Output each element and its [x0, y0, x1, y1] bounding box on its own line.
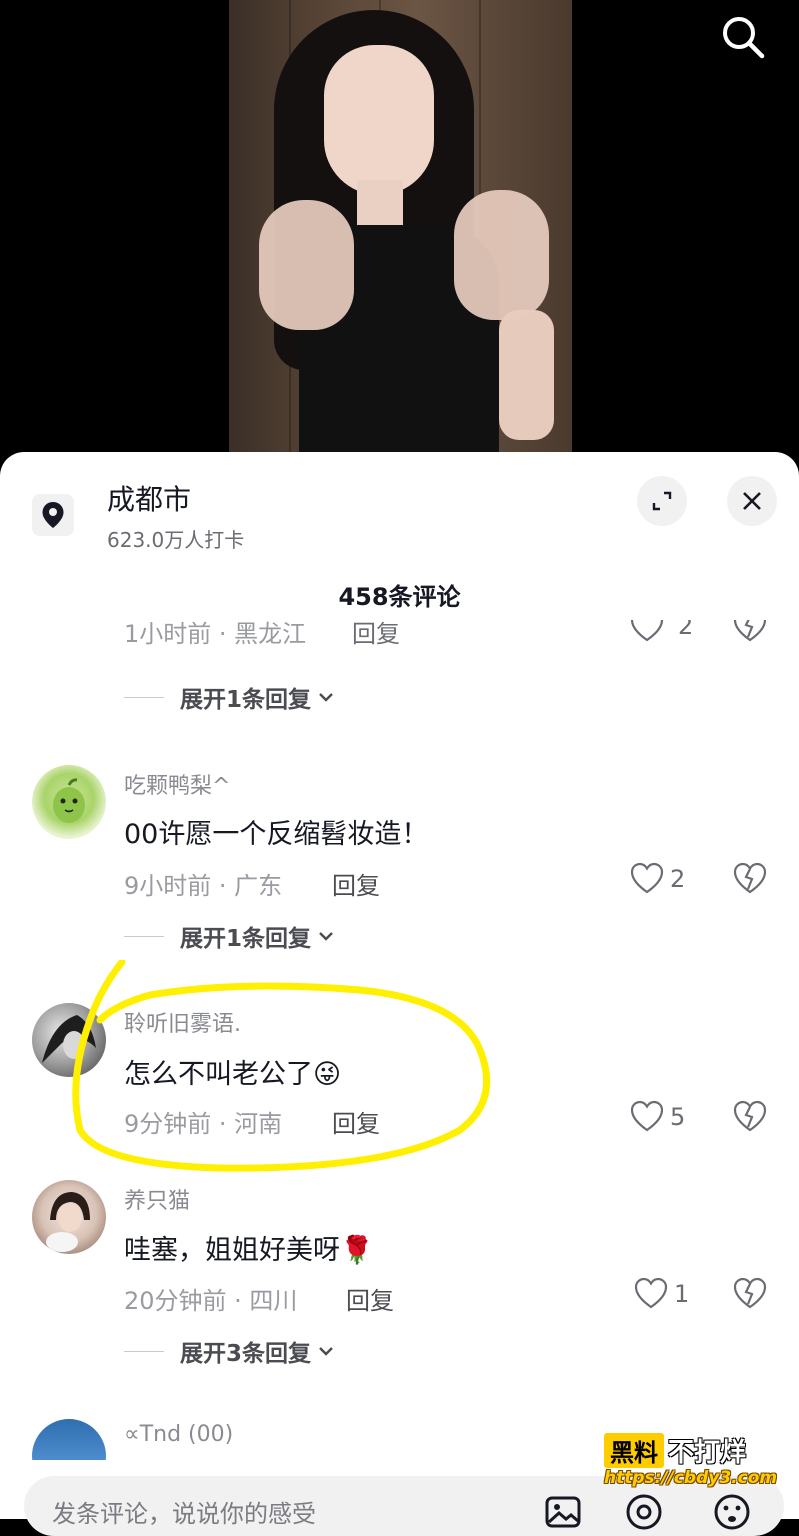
expand-replies[interactable]: 展开3条回复 — [124, 1336, 424, 1367]
watermark-logo: 黑料 不打烊 https://cbdy3.com — [604, 1432, 779, 1502]
location-checkins: 623.0万人打卡 — [107, 528, 245, 552]
comment-input-placeholder[interactable]: 发条评论，说说你的感受 — [52, 1494, 316, 1529]
person-hand-left — [259, 200, 354, 330]
like-button[interactable]: 2 — [630, 620, 693, 648]
dislike-button[interactable] — [733, 1277, 767, 1315]
comment-text: 00许愿一个反缩髫妆造！ — [124, 819, 429, 850]
chevron-down-icon — [319, 932, 333, 941]
broken-heart-icon — [733, 1277, 767, 1309]
rose-emoji: 🌹 — [340, 1235, 374, 1266]
heart-icon — [634, 1277, 668, 1309]
chevron-down-icon — [319, 1347, 333, 1356]
avatar[interactable] — [32, 1180, 106, 1254]
broken-heart-icon — [733, 620, 767, 642]
reply-button[interactable]: 回复 — [346, 1281, 394, 1316]
comment-count: 458条评论 — [338, 583, 461, 611]
watermark-url: https://cbdy3.com — [604, 1468, 778, 1488]
expand-button[interactable] — [637, 476, 687, 526]
broken-heart-icon — [733, 862, 767, 894]
video-frame — [229, 0, 572, 470]
comment-meta: 9小时前 · 广东 — [124, 872, 283, 900]
dislike-button[interactable] — [733, 620, 767, 648]
comment-text: 哇塞，姐姐好美呀🌹 — [124, 1235, 374, 1266]
partial-comment-row: 1小时前 · 黑龙江 回复 2 — [0, 620, 799, 654]
comment-username[interactable]: 聆听旧雾语. — [124, 1006, 241, 1038]
like-button[interactable]: 2 — [630, 862, 685, 896]
video-player[interactable] — [0, 0, 799, 470]
like-count: 2 — [670, 865, 686, 893]
winking-tongue-emoji: 😜 — [313, 1059, 342, 1090]
avatar[interactable] — [32, 1003, 106, 1077]
broken-heart-icon — [733, 1100, 767, 1132]
comment-list[interactable]: 1小时前 · 黑龙江 回复 2 展开1条回复 — [0, 620, 799, 1460]
dislike-button[interactable] — [733, 862, 767, 900]
like-button[interactable]: 5 — [630, 1100, 685, 1134]
expand-icon — [652, 491, 672, 511]
reply-button[interactable]: 回复 — [332, 866, 380, 901]
person-face — [324, 45, 434, 195]
reply-button[interactable]: 回复 — [352, 620, 400, 649]
dislike-button[interactable] — [733, 1100, 767, 1138]
comment-meta: 1小时前 · 黑龙江 — [124, 620, 307, 648]
comment-username[interactable]: ∝Tnd (00) — [124, 1422, 233, 1447]
avatar[interactable] — [32, 765, 106, 839]
like-count: 5 — [670, 1103, 686, 1131]
comment-username[interactable]: 吃颗鸭梨^ — [124, 768, 230, 800]
expand-replies[interactable]: 展开1条回复 — [124, 682, 424, 713]
image-icon[interactable] — [543, 1492, 583, 1532]
comment-text: 怎么不叫老公了😜 — [124, 1059, 342, 1090]
close-button[interactable] — [727, 476, 777, 526]
like-button[interactable]: 1 — [634, 1277, 689, 1311]
heart-icon — [630, 862, 664, 894]
comment-meta: 9分钟前 · 河南 — [124, 1110, 283, 1138]
comment-meta: 20分钟前 · 四川 — [124, 1287, 298, 1315]
reply-button[interactable]: 回复 — [332, 1104, 380, 1139]
chevron-down-icon — [319, 693, 333, 702]
search-icon[interactable] — [718, 12, 768, 62]
person-hand-right — [454, 190, 549, 320]
expand-replies[interactable]: 展开1条回复 — [124, 921, 424, 952]
location-pin-icon — [32, 494, 74, 536]
comment-username[interactable]: 养只猫 — [124, 1183, 190, 1215]
location-title[interactable]: 成都市 — [107, 478, 191, 518]
heart-icon — [630, 1100, 664, 1132]
like-count: 1 — [674, 1280, 690, 1308]
close-icon — [743, 492, 761, 510]
heart-icon — [630, 620, 664, 642]
